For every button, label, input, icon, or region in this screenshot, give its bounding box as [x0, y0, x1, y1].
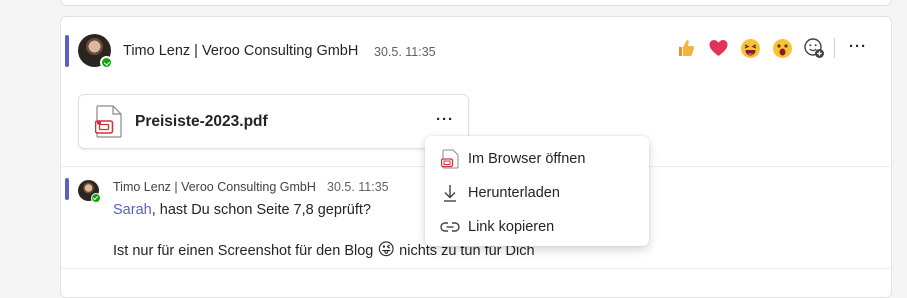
presence-available-icon	[100, 56, 113, 69]
reaction-bar	[674, 36, 826, 60]
laugh-reaction-icon[interactable]	[738, 36, 762, 60]
mention-link[interactable]: Sarah	[113, 202, 152, 218]
more-options-icon[interactable]: ···	[849, 38, 867, 55]
message-separator	[60, 268, 890, 269]
file-attachment-card[interactable]: Preisiste-2023.pdf ···	[78, 94, 469, 149]
reply-message-line-1: Sarah, hast Du schon Seite 7,8 geprüft?	[113, 202, 371, 218]
attachment-more-options-icon[interactable]: ···	[436, 111, 454, 128]
download-icon	[440, 183, 460, 203]
menu-item-open-in-browser[interactable]: Im Browser öffnen	[425, 142, 649, 176]
menu-label-copy-link: Link kopieren	[468, 219, 555, 235]
thumbs-up-reaction-icon[interactable]	[674, 36, 698, 60]
toolbar-divider	[834, 38, 835, 58]
reply-text-2a: Ist nur für einen Screenshot für den Blo…	[113, 243, 374, 259]
attachment-file-name[interactable]: Preisiste-2023.pdf	[135, 113, 268, 131]
message-accent-bar	[65, 35, 69, 67]
winking-tongue-emoji-icon: 😜	[377, 240, 396, 259]
reply-author[interactable]: Timo Lenz | Veroo Consulting GmbH	[113, 180, 316, 194]
reply-accent-bar	[65, 178, 69, 200]
reply-presence-available-icon	[91, 193, 101, 203]
menu-item-copy-link[interactable]: Link kopieren	[425, 210, 649, 244]
post-author[interactable]: Timo Lenz | Veroo Consulting GmbH	[123, 43, 358, 59]
add-reaction-icon[interactable]	[802, 36, 826, 60]
link-icon	[440, 217, 460, 237]
post-timestamp: 30.5. 11:35	[374, 45, 436, 59]
reply-timestamp: 30.5. 11:35	[327, 180, 389, 194]
menu-label-open-in-browser: Im Browser öffnen	[468, 151, 586, 167]
reply-text-1: , hast Du schon Seite 7,8 geprüft?	[151, 202, 371, 218]
attachment-context-menu: Im Browser öffnen Herunterladen Link kop…	[425, 136, 649, 246]
surprised-reaction-icon[interactable]	[770, 36, 794, 60]
menu-item-download[interactable]: Herunterladen	[425, 176, 649, 210]
menu-label-download: Herunterladen	[468, 185, 560, 201]
previous-message-card	[60, 0, 892, 6]
pdf-file-icon	[94, 105, 123, 138]
heart-reaction-icon[interactable]	[706, 36, 730, 60]
open-in-browser-icon	[440, 149, 460, 169]
